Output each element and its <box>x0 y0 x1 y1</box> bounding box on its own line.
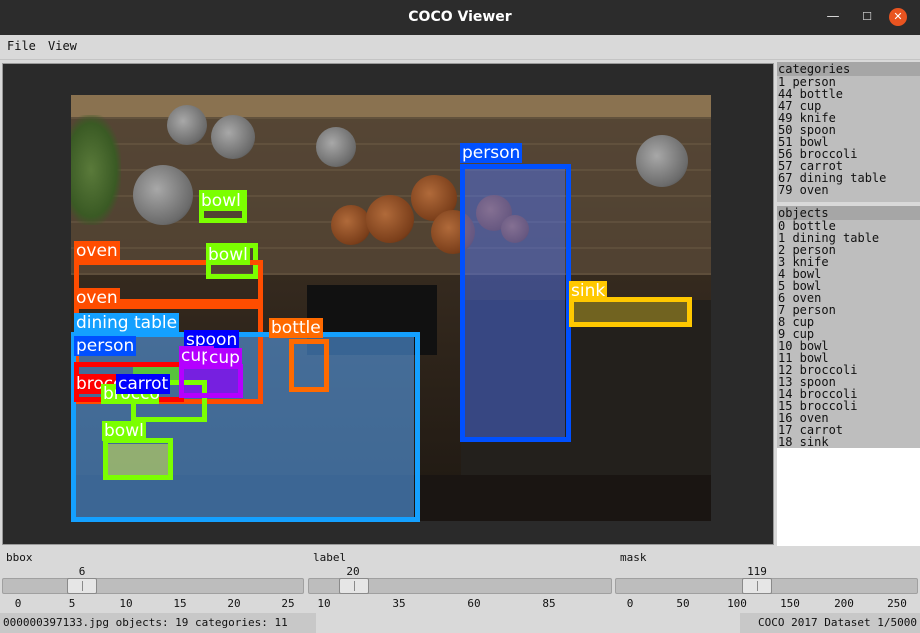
window-title: COCO Viewer <box>408 9 512 25</box>
mask-slider-value: 119 <box>747 565 767 578</box>
photo-pot <box>211 115 255 159</box>
photo-plant <box>71 115 121 225</box>
photo-pot <box>636 135 688 187</box>
objects-header: objects <box>777 206 920 220</box>
bbox-slider-value: 6 <box>78 565 86 578</box>
annotation-label: bowl <box>102 421 146 441</box>
menu-file[interactable]: File <box>7 39 36 53</box>
bbox-slider-tick: 10 <box>119 597 133 610</box>
annotation-label: bowl <box>206 245 250 265</box>
bbox-slider-label: bbox <box>6 551 33 564</box>
mask-slider-tick: 50 <box>676 597 690 610</box>
bbox-slider-thumb[interactable] <box>67 578 97 594</box>
bbox[interactable] <box>179 364 243 398</box>
annotation-label: sink <box>569 281 608 301</box>
maximize-icon[interactable]: ☐ <box>858 8 876 26</box>
bbox[interactable] <box>460 164 571 442</box>
menu-view[interactable]: View <box>48 39 77 53</box>
object-item[interactable]: 18 sink <box>777 436 920 448</box>
bbox-slider-track[interactable] <box>2 578 304 594</box>
annotation-label: cup <box>207 348 242 368</box>
label-slider-label: label <box>313 551 347 564</box>
mask-slider-tick: 150 <box>780 597 800 610</box>
annotation-label: bottle <box>269 318 323 338</box>
photo-pan <box>331 205 371 245</box>
mask-slider-thumb[interactable] <box>742 578 772 594</box>
annotation-label: oven <box>74 288 120 308</box>
menu-bar: File View <box>0 35 920 60</box>
annotation-label: oven <box>74 241 120 261</box>
category-item[interactable]: 79 oven <box>777 184 920 196</box>
mask-slider-tick: 100 <box>727 597 747 610</box>
mask-slider-tick: 0 <box>626 597 634 610</box>
annotation-label: bowl <box>199 191 243 211</box>
status-left: 000000397133.jpg objects: 19 categories:… <box>0 613 316 633</box>
close-icon[interactable]: ✕ <box>889 8 907 26</box>
image-canvas[interactable]: bowl bowl oven oven dining table person … <box>2 63 774 545</box>
photo-ceiling <box>71 95 711 117</box>
label-slider-value: 20 <box>346 565 360 578</box>
photo-pot <box>316 127 356 167</box>
mask-slider-tick: 250 <box>887 597 907 610</box>
categories-panel: categories 1 person 44 bottle 47 cup 49 … <box>777 62 920 202</box>
objects-list: 0 bottle 1 dining table 2 person 3 knife… <box>777 220 920 448</box>
photo-pot <box>133 165 193 225</box>
minimize-icon[interactable]: — <box>824 8 842 26</box>
bbox-slider-tick: 5 <box>68 597 76 610</box>
annotation-label: dining table <box>74 313 180 333</box>
categories-header: categories <box>777 62 920 76</box>
label-slider-tick: 35 <box>392 597 406 610</box>
label-slider-thumb[interactable] <box>339 578 369 594</box>
annotation-label: carrot <box>116 374 171 394</box>
status-right: COCO 2017 Dataset 1/5000 <box>740 613 920 633</box>
mask-slider-tick: 200 <box>834 597 854 610</box>
label-slider-tick: 85 <box>542 597 556 610</box>
objects-panel: objects 0 bottle 1 dining table 2 person… <box>777 206 920 546</box>
bbox-slider-tick: 25 <box>281 597 295 610</box>
title-bar: COCO Viewer — ☐ ✕ <box>0 0 920 35</box>
bbox[interactable] <box>289 339 329 392</box>
label-slider-tick: 10 <box>317 597 331 610</box>
photo-pot <box>167 105 207 145</box>
annotation-label: person <box>460 143 523 163</box>
bbox[interactable] <box>569 297 692 327</box>
mask-slider-label: mask <box>620 551 647 564</box>
annotation-label: person <box>74 336 137 356</box>
bbox-slider-tick: 20 <box>227 597 241 610</box>
bbox-slider-tick: 15 <box>173 597 187 610</box>
photo-pan <box>366 195 414 243</box>
bbox-slider-tick: 0 <box>14 597 22 610</box>
bbox[interactable] <box>103 438 173 480</box>
label-slider-tick: 60 <box>467 597 481 610</box>
